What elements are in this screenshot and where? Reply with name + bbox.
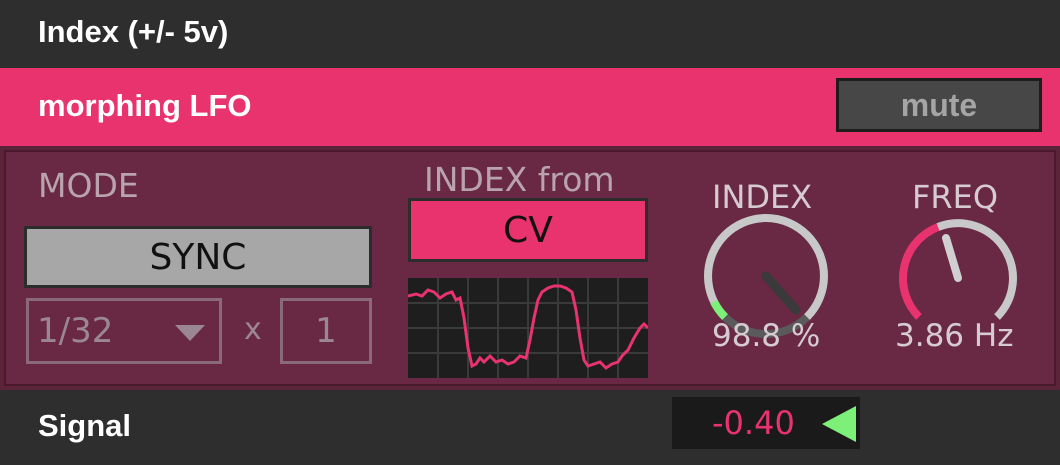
index-value: 98.8 % — [712, 318, 821, 354]
signal-value: -0.40 — [712, 404, 795, 442]
freq-knob-pointer — [942, 234, 962, 282]
index-source-button[interactable]: CV — [408, 198, 648, 262]
dropdown-arrow-icon — [175, 325, 205, 341]
index-from-label: INDEX from — [424, 160, 615, 199]
device-title: morphing LFO — [38, 88, 252, 123]
multiplier-symbol: x — [244, 312, 262, 347]
mute-button[interactable]: mute — [836, 78, 1042, 132]
division-value: 1/32 — [37, 311, 114, 351]
bottom-bar — [0, 390, 1060, 465]
freq-value: 3.86 Hz — [895, 318, 1014, 354]
division-dropdown[interactable]: 1/32 — [26, 298, 222, 364]
signal-arrow-icon — [822, 406, 856, 442]
signal-label: Signal — [38, 408, 132, 443]
sync-button[interactable]: SYNC — [24, 226, 372, 288]
mode-label: MODE — [38, 166, 139, 205]
top-title: Index (+/- 5v) — [38, 14, 229, 49]
multiplier-field[interactable]: 1 — [280, 298, 372, 364]
freq-knob-label: FREQ — [912, 178, 999, 216]
waveform-scope — [407, 278, 650, 378]
index-knob-pointer — [761, 271, 801, 315]
waveform-graph — [407, 278, 650, 378]
